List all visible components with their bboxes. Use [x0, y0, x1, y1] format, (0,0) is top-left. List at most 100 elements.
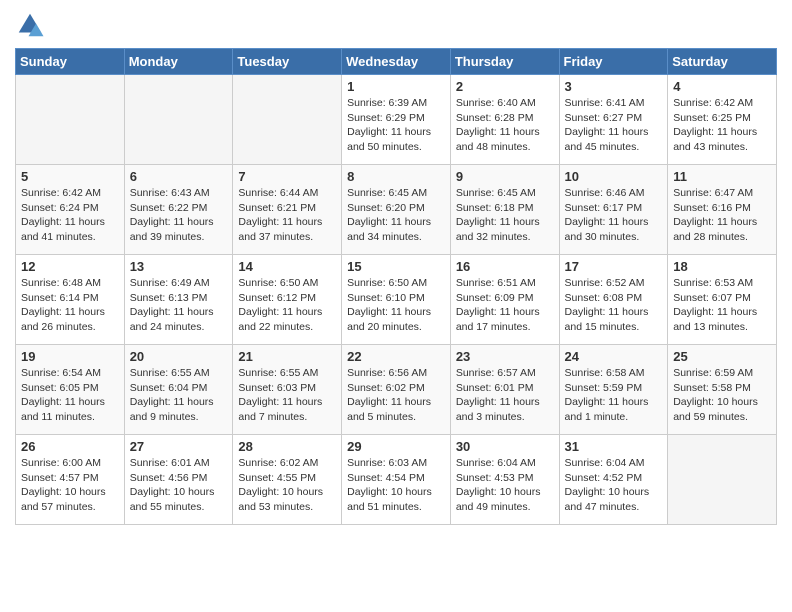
day-info: Sunrise: 6:04 AMSunset: 4:53 PMDaylight:…: [456, 456, 554, 515]
calendar-week-row: 1 Sunrise: 6:39 AMSunset: 6:29 PMDaylight…: [16, 75, 777, 165]
calendar-week-row: 19 Sunrise: 6:54 AMSunset: 6:05 PMDayligh…: [16, 345, 777, 435]
day-of-week-header: Friday: [559, 49, 668, 75]
day-number: 14: [238, 259, 336, 274]
day-number: 22: [347, 349, 445, 364]
day-number: 2: [456, 79, 554, 94]
day-number: 1: [347, 79, 445, 94]
day-number: 21: [238, 349, 336, 364]
calendar-day-cell: 17 Sunrise: 6:52 AMSunset: 6:08 PMDayligh…: [559, 255, 668, 345]
day-number: 28: [238, 439, 336, 454]
day-info: Sunrise: 6:01 AMSunset: 4:56 PMDaylight:…: [130, 456, 228, 515]
day-number: 15: [347, 259, 445, 274]
day-number: 29: [347, 439, 445, 454]
day-of-week-header: Tuesday: [233, 49, 342, 75]
calendar-header-row: SundayMondayTuesdayWednesdayThursdayFrid…: [16, 49, 777, 75]
calendar-day-cell: 19 Sunrise: 6:54 AMSunset: 6:05 PMDayligh…: [16, 345, 125, 435]
calendar-day-cell: 7 Sunrise: 6:44 AMSunset: 6:21 PMDaylight…: [233, 165, 342, 255]
day-info: Sunrise: 6:56 AMSunset: 6:02 PMDaylight:…: [347, 366, 445, 425]
calendar-day-cell: [668, 435, 777, 525]
day-number: 8: [347, 169, 445, 184]
calendar-day-cell: 21 Sunrise: 6:55 AMSunset: 6:03 PMDayligh…: [233, 345, 342, 435]
day-info: Sunrise: 6:52 AMSunset: 6:08 PMDaylight:…: [565, 276, 663, 335]
calendar-day-cell: 16 Sunrise: 6:51 AMSunset: 6:09 PMDayligh…: [450, 255, 559, 345]
calendar-week-row: 12Sunrise: 6:48 AMSunset: 6:14 PMDayligh…: [16, 255, 777, 345]
calendar-day-cell: 26 Sunrise: 6:00 AMSunset: 4:57 PMDayligh…: [16, 435, 125, 525]
calendar-day-cell: 30 Sunrise: 6:04 AMSunset: 4:53 PMDayligh…: [450, 435, 559, 525]
calendar-body: 1 Sunrise: 6:39 AMSunset: 6:29 PMDaylight…: [16, 75, 777, 525]
calendar-day-cell: 28Sunrise: 6:02 AMSunset: 4:55 PMDayligh…: [233, 435, 342, 525]
calendar-day-cell: 27 Sunrise: 6:01 AMSunset: 4:56 PMDayligh…: [124, 435, 233, 525]
calendar-day-cell: 2 Sunrise: 6:40 AMSunset: 6:28 PMDaylight…: [450, 75, 559, 165]
calendar-day-cell: [16, 75, 125, 165]
day-info: Sunrise: 6:51 AMSunset: 6:09 PMDaylight:…: [456, 276, 554, 335]
calendar-table: SundayMondayTuesdayWednesdayThursdayFrid…: [15, 48, 777, 525]
calendar-day-cell: 24 Sunrise: 6:58 AMSunset: 5:59 PMDayligh…: [559, 345, 668, 435]
day-number: 23: [456, 349, 554, 364]
calendar-day-cell: 14 Sunrise: 6:50 AMSunset: 6:12 PMDayligh…: [233, 255, 342, 345]
calendar-day-cell: 4 Sunrise: 6:42 AMSunset: 6:25 PMDaylight…: [668, 75, 777, 165]
calendar-day-cell: 12Sunrise: 6:48 AMSunset: 6:14 PMDayligh…: [16, 255, 125, 345]
day-info: Sunrise: 6:50 AMSunset: 6:12 PMDaylight:…: [238, 276, 336, 335]
day-number: 9: [456, 169, 554, 184]
day-info: Sunrise: 6:40 AMSunset: 6:28 PMDaylight:…: [456, 96, 554, 155]
day-info: Sunrise: 6:45 AMSunset: 6:20 PMDaylight:…: [347, 186, 445, 245]
day-of-week-header: Wednesday: [342, 49, 451, 75]
calendar-day-cell: [233, 75, 342, 165]
calendar-day-cell: 13 Sunrise: 6:49 AMSunset: 6:13 PMDayligh…: [124, 255, 233, 345]
day-info: Sunrise: 6:50 AMSunset: 6:10 PMDaylight:…: [347, 276, 445, 335]
day-info: Sunrise: 6:55 AMSunset: 6:03 PMDaylight:…: [238, 366, 336, 425]
day-number: 17: [565, 259, 663, 274]
day-number: 16: [456, 259, 554, 274]
day-info: Sunrise: 6:48 AMSunset: 6:14 PMDaylight:…: [21, 276, 119, 335]
day-number: 24: [565, 349, 663, 364]
day-number: 6: [130, 169, 228, 184]
calendar-day-cell: 9 Sunrise: 6:45 AMSunset: 6:18 PMDaylight…: [450, 165, 559, 255]
calendar-day-cell: 23 Sunrise: 6:57 AMSunset: 6:01 PMDayligh…: [450, 345, 559, 435]
day-info: Sunrise: 6:55 AMSunset: 6:04 PMDaylight:…: [130, 366, 228, 425]
day-number: 25: [673, 349, 771, 364]
day-info: Sunrise: 6:44 AMSunset: 6:21 PMDaylight:…: [238, 186, 336, 245]
day-info: Sunrise: 6:43 AMSunset: 6:22 PMDaylight:…: [130, 186, 228, 245]
day-number: 20: [130, 349, 228, 364]
day-info: Sunrise: 6:45 AMSunset: 6:18 PMDaylight:…: [456, 186, 554, 245]
day-number: 19: [21, 349, 119, 364]
day-number: 11: [673, 169, 771, 184]
day-info: Sunrise: 6:53 AMSunset: 6:07 PMDaylight:…: [673, 276, 771, 335]
day-number: 13: [130, 259, 228, 274]
day-number: 7: [238, 169, 336, 184]
day-info: Sunrise: 6:00 AMSunset: 4:57 PMDaylight:…: [21, 456, 119, 515]
day-number: 27: [130, 439, 228, 454]
calendar-day-cell: 29Sunrise: 6:03 AMSunset: 4:54 PMDayligh…: [342, 435, 451, 525]
day-number: 4: [673, 79, 771, 94]
day-number: 18: [673, 259, 771, 274]
day-of-week-header: Monday: [124, 49, 233, 75]
day-info: Sunrise: 6:39 AMSunset: 6:29 PMDaylight:…: [347, 96, 445, 155]
calendar-day-cell: [124, 75, 233, 165]
calendar-week-row: 5Sunrise: 6:42 AMSunset: 6:24 PMDaylight…: [16, 165, 777, 255]
day-number: 30: [456, 439, 554, 454]
day-info: Sunrise: 6:47 AMSunset: 6:16 PMDaylight:…: [673, 186, 771, 245]
calendar-day-cell: 22 Sunrise: 6:56 AMSunset: 6:02 PMDayligh…: [342, 345, 451, 435]
calendar-day-cell: 15 Sunrise: 6:50 AMSunset: 6:10 PMDayligh…: [342, 255, 451, 345]
calendar-day-cell: 10 Sunrise: 6:46 AMSunset: 6:17 PMDayligh…: [559, 165, 668, 255]
day-info: Sunrise: 6:58 AMSunset: 5:59 PMDaylight:…: [565, 366, 663, 425]
day-of-week-header: Saturday: [668, 49, 777, 75]
day-info: Sunrise: 6:49 AMSunset: 6:13 PMDaylight:…: [130, 276, 228, 335]
calendar-day-cell: 1 Sunrise: 6:39 AMSunset: 6:29 PMDaylight…: [342, 75, 451, 165]
day-info: Sunrise: 6:57 AMSunset: 6:01 PMDaylight:…: [456, 366, 554, 425]
day-number: 26: [21, 439, 119, 454]
calendar-day-cell: 11 Sunrise: 6:47 AMSunset: 6:16 PMDayligh…: [668, 165, 777, 255]
day-number: 31: [565, 439, 663, 454]
day-of-week-header: Sunday: [16, 49, 125, 75]
day-info: Sunrise: 6:41 AMSunset: 6:27 PMDaylight:…: [565, 96, 663, 155]
day-info: Sunrise: 6:54 AMSunset: 6:05 PMDaylight:…: [21, 366, 119, 425]
calendar-day-cell: 5Sunrise: 6:42 AMSunset: 6:24 PMDaylight…: [16, 165, 125, 255]
logo: [15, 10, 49, 40]
day-info: Sunrise: 6:46 AMSunset: 6:17 PMDaylight:…: [565, 186, 663, 245]
day-number: 10: [565, 169, 663, 184]
calendar-day-cell: 20 Sunrise: 6:55 AMSunset: 6:04 PMDayligh…: [124, 345, 233, 435]
logo-icon: [15, 10, 45, 40]
calendar-day-cell: 6 Sunrise: 6:43 AMSunset: 6:22 PMDaylight…: [124, 165, 233, 255]
day-info: Sunrise: 6:42 AMSunset: 6:25 PMDaylight:…: [673, 96, 771, 155]
day-info: Sunrise: 6:59 AMSunset: 5:58 PMDaylight:…: [673, 366, 771, 425]
